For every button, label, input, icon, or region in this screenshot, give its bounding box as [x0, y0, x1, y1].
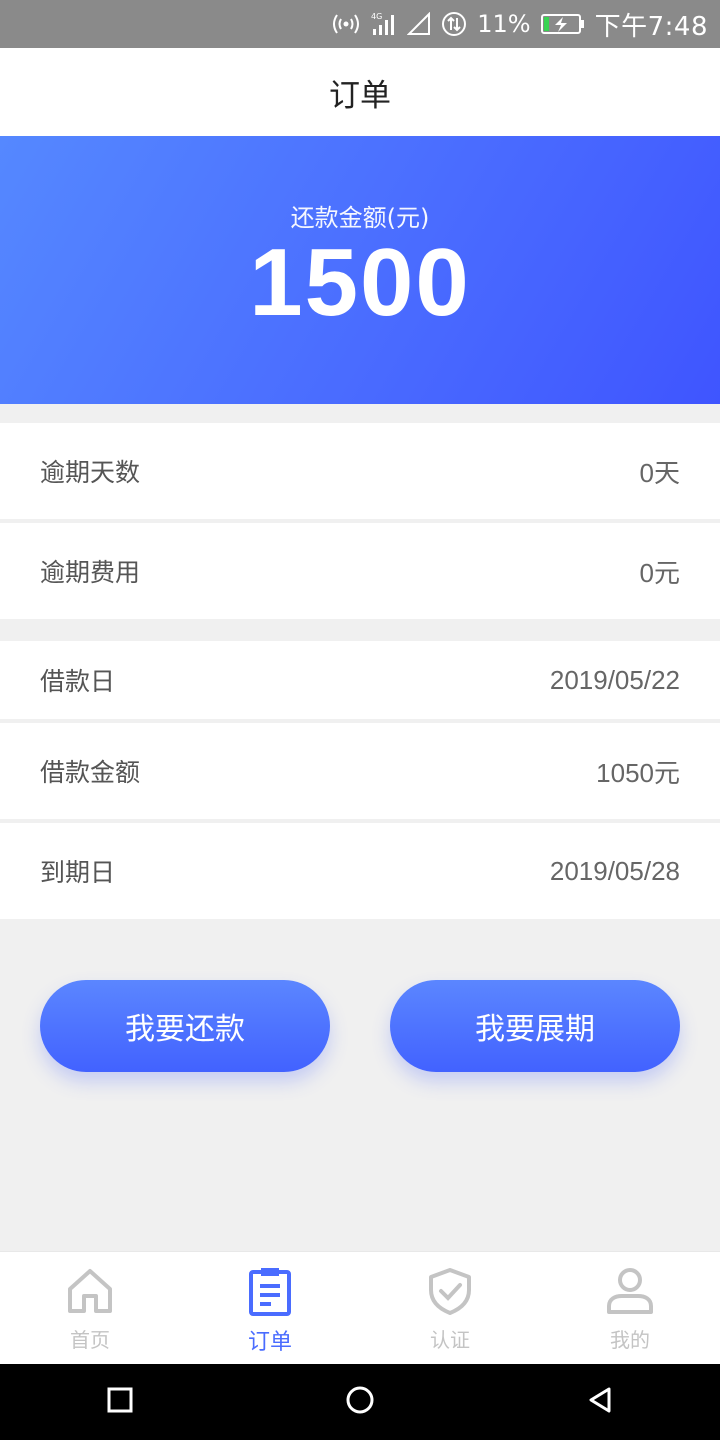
battery-charging-icon — [540, 10, 585, 38]
tab-mine[interactable]: 我的 — [540, 1252, 720, 1364]
detail-value: 0元 — [639, 557, 680, 588]
detail-value: 0天 — [639, 457, 680, 488]
detail-value: 2019/05/22 — [549, 664, 680, 695]
user-icon — [605, 1266, 655, 1320]
battery-percent: 11% — [477, 10, 531, 38]
tab-home[interactable]: 首页 — [0, 1252, 180, 1364]
detail-label: 借款日 — [40, 667, 116, 696]
home-button[interactable] — [320, 1372, 400, 1432]
detail-row-loan-date: 借款日 2019/05/22 — [0, 641, 720, 719]
back-button[interactable] — [560, 1372, 640, 1432]
detail-value: 1050元 — [596, 757, 680, 788]
order-clipboard-icon — [245, 1266, 295, 1320]
detail-row-loan-amount: 借款金额 1050元 — [0, 723, 720, 819]
square-icon — [107, 1387, 133, 1417]
tab-label: 我的 — [610, 1328, 650, 1352]
header: 订单 — [0, 48, 720, 136]
detail-label: 逾期费用 — [40, 558, 141, 587]
repayment-banner: 还款金额(元) 1500 — [0, 136, 720, 404]
clock: 下午7:48 — [594, 11, 708, 42]
detail-label: 借款金额 — [40, 758, 141, 787]
tab-label: 订单 — [247, 1330, 292, 1355]
system-nav-bar — [0, 1364, 720, 1440]
back-triangle-icon — [587, 1386, 613, 1418]
home-icon — [65, 1266, 115, 1320]
detail-value: 2019/05/28 — [549, 855, 680, 886]
data-sync-icon — [441, 10, 467, 38]
extend-button[interactable]: 我要展期 — [390, 980, 680, 1072]
svg-text:4G: 4G — [371, 12, 382, 21]
signal-empty-icon — [407, 10, 431, 38]
detail-label: 逾期天数 — [40, 458, 141, 487]
recents-button[interactable] — [80, 1372, 160, 1432]
detail-row-due-date: 到期日 2019/05/28 — [0, 823, 720, 919]
repay-button[interactable]: 我要还款 — [40, 980, 330, 1072]
tab-label: 首页 — [70, 1328, 110, 1352]
status-bar: 4G 11% 下午7:48 — [0, 0, 720, 48]
shield-check-icon — [425, 1266, 475, 1320]
signal-4g-icon: 4G — [371, 10, 397, 38]
detail-row-overdue-fee: 逾期费用 0元 — [0, 523, 720, 619]
tab-verify[interactable]: 认证 — [360, 1252, 540, 1364]
detail-row-overdue-days: 逾期天数 0天 — [0, 423, 720, 519]
repayment-amount: 1500 — [249, 229, 471, 336]
bottom-tab-bar: 首页 订单 认证 我的 — [0, 1251, 720, 1364]
hotspot-icon — [331, 10, 361, 38]
tab-label: 认证 — [430, 1328, 470, 1352]
page-title: 订单 — [329, 77, 391, 114]
circle-icon — [345, 1385, 375, 1419]
tab-order[interactable]: 订单 — [180, 1252, 360, 1364]
detail-label: 到期日 — [40, 858, 116, 887]
